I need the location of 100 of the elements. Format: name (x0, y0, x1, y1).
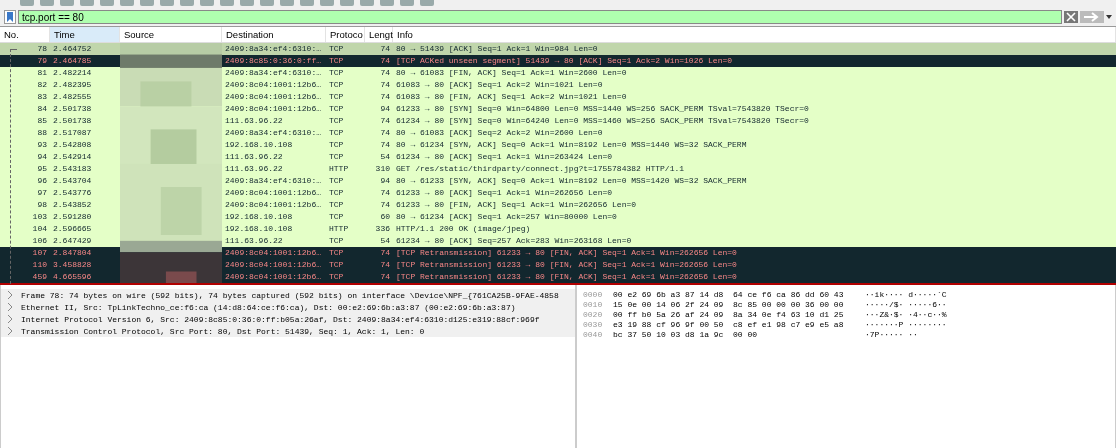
table-cell-text: 61234 → 80 [ACK] Seq=257 Ack=283 Win=263168 Len=0 (395, 235, 633, 247)
toolbar-icon[interactable] (120, 0, 134, 6)
toolbar-icon[interactable] (280, 0, 294, 6)
column-header[interactable]: Time (50, 27, 120, 42)
toolbar-icon[interactable] (300, 0, 314, 6)
table-cell-text: 110 (31, 259, 48, 271)
table-cell-text: 74 (379, 43, 391, 55)
table-cell-text: 2.543852 (52, 199, 93, 211)
toolbar-icon[interactable] (200, 0, 214, 6)
bookmark-icon[interactable] (4, 10, 16, 24)
protocol-tree-item[interactable]: Ethernet II, Src: TpLinkTechno_ce:f6:ca (14:d8:64:ce:f6:ca), Dst: 00:e2:69:6b:a3:87 (00:e2:69:6b:a3:87) (1, 301, 575, 313)
column-header[interactable]: Lengt (365, 27, 393, 42)
chevron-icon[interactable] (7, 303, 13, 311)
packet-row[interactable]: 81 2.482214 2409:8a34:ef4:6310:… TCP 74 80 → 61083 [FIN, ACK] Seq=1 Ack=1 Win=2600 Len=0 (0, 67, 1116, 79)
packet-row[interactable]: 85 2.501738 111.63.96.22 TCP 74 61234 → 80 [SYN] Seq=0 Win=64240 Len=0 MSS=1460 WS=256 SACK_PERM TSval=7543820 TSecr=0 (0, 115, 1116, 127)
table-cell-text: 192.168.10.108 (224, 211, 294, 223)
table-cell-text: 95 (36, 163, 48, 175)
toolbar-icon[interactable] (180, 0, 194, 6)
table-cell-text: 310 (374, 163, 391, 175)
packet-row[interactable]: 83 2.482555 2409:8c04:1001:12b6… TCP 74 61083 → 80 [FIN, ACK] Seq=1 Ack=2 Win=1021 Len=0 (0, 91, 1116, 103)
table-cell-text: 2.464752 (52, 43, 93, 55)
packet-row[interactable]: 93 2.542808 192.168.10.108 TCP 74 80 → 61234 [SYN, ACK] Seq=0 Ack=1 Win=8192 Len=0 MSS=1440 WS=32 SACK_PERM (0, 139, 1116, 151)
table-cell-text: TCP (328, 79, 345, 91)
table-cell-text: 2.517087 (52, 127, 93, 139)
toolbar-icon[interactable] (260, 0, 274, 6)
packet-row[interactable]: 104 2.596665 192.168.10.108 HTTP 336 HTTP/1.1 200 OK (image/jpeg) (0, 223, 1116, 235)
toolbar-icon[interactable] (380, 0, 394, 6)
toolbar-icon[interactable] (240, 0, 254, 6)
table-cell-text: 97 (36, 187, 48, 199)
packet-row[interactable]: 103 2.591280 192.168.10.108 TCP 60 80 → 61234 [ACK] Seq=1 Ack=257 Win=80000 Len=0 (0, 211, 1116, 223)
toolbar-icon[interactable] (140, 0, 154, 6)
table-cell-text: 4.665596 (52, 271, 93, 283)
table-cell-text: 84 (36, 103, 48, 115)
toolbar-icon[interactable] (320, 0, 334, 6)
table-cell-text: 459 (31, 271, 48, 283)
table-cell-text: 80 → 61234 [ACK] Seq=1 Ack=257 Win=80000 Len=0 (395, 211, 618, 223)
packet-row[interactable]: 79 2.464785 2409:8c85:0:36:0:ff… TCP 74 [TCP ACKed unseen segment] 51439 → 80 [ACK] Seq=1 Ack=2 Win=1026 Len=0 (0, 55, 1116, 67)
caret-icon[interactable] (1106, 15, 1112, 19)
packet-row[interactable]: 78 2.464752 2409:8a34:ef4:6310:… TCP 74 80 → 51439 [ACK] Seq=1 Ack=1 Win=984 Len=0 (0, 43, 1116, 55)
chevron-icon[interactable] (7, 327, 13, 335)
table-cell-text: HTTP (328, 163, 350, 175)
packet-row[interactable]: 98 2.543852 2409:8c04:1001:12b6… TCP 74 61233 → 80 [FIN, ACK] Seq=1 Ack=1 Win=262656 Len=0 (0, 199, 1116, 211)
hex-bytes: e3 19 88 cf 96 9f 00 50 c8 ef e1 98 c7 e9 e5 a8 (613, 320, 845, 330)
table-cell-text: 94 (379, 175, 391, 187)
table-cell-text: 61083 → 80 [FIN, ACK] Seq=1 Ack=2 Win=1021 Len=0 (395, 91, 628, 103)
column-header[interactable]: Info (393, 27, 1116, 42)
table-cell-text: 2409:8c04:1001:12b6… (224, 247, 322, 259)
toolbar-icon[interactable] (100, 0, 114, 6)
table-cell-text: 2.482555 (52, 91, 93, 103)
packet-row[interactable]: 106 2.647429 111.63.96.22 TCP 54 61234 → 80 [ACK] Seq=257 Ack=283 Win=263168 Len=0 (0, 235, 1116, 247)
column-header[interactable]: Source (120, 27, 222, 42)
packet-row[interactable]: 84 2.501738 2409:8c04:1001:12b6… TCP 94 61233 → 80 [SYN] Seq=0 Win=64800 Len=0 MSS=1440 WS=256 SACK_PERM TSval=7543820 TSecr=0 (0, 103, 1116, 115)
table-cell-text: 82 (36, 79, 48, 91)
packet-row[interactable]: 96 2.543704 2409:8a34:ef4:6310:… TCP 94 80 → 61233 [SYN, ACK] Seq=0 Ack=1 Win=8192 Len=0 MSS=1420 WS=32 SACK_PERM (0, 175, 1116, 187)
column-header[interactable]: Destination (222, 27, 326, 42)
table-cell-text: TCP (328, 247, 345, 259)
protocol-tree-item[interactable]: Internet Protocol Version 6, Src: 2409:8c85:0:36:0:ff:b05a:26af, Dst: 2409:8a34:ef4:6310:d125:e319:88cf:969f (1, 313, 575, 325)
table-cell-text: 74 (379, 55, 391, 67)
toolbar-icon[interactable] (220, 0, 234, 6)
toolbar-icon[interactable] (40, 0, 54, 6)
packet-row[interactable]: 107 2.847804 2409:8c04:1001:12b6… TCP 74 [TCP Retransmission] 61233 → 80 [FIN, ACK] Seq=1 Ack=1 Win=262656 Len=0 (0, 247, 1116, 259)
toolbar-icon[interactable] (340, 0, 354, 6)
table-cell-text: TCP (328, 103, 345, 115)
hex-bytes: 00 ff b0 5a 26 af 24 09 8a 34 0e f4 63 10 d1 25 (613, 310, 845, 320)
chevron-icon[interactable] (7, 291, 13, 299)
toolbar-icon[interactable] (360, 0, 374, 6)
table-cell-text: 74 (379, 91, 391, 103)
clear-icon[interactable] (1064, 11, 1078, 23)
table-cell-text: 336 (374, 223, 391, 235)
toolbar-icon[interactable] (160, 0, 174, 6)
toolbar-icon[interactable] (60, 0, 74, 6)
table-cell-text: 80 → 61083 [ACK] Seq=2 Ack=2 Win=2600 Len=0 (395, 127, 604, 139)
packet-row[interactable]: 110 3.458828 2409:8c04:1001:12b6… TCP 74 [TCP Retransmission] 61233 → 80 [FIN, ACK] Seq=1 Ack=1 Win=262656 Len=0 (0, 259, 1116, 271)
table-cell-text: 2.482214 (52, 67, 93, 79)
protocol-tree-item[interactable]: Frame 78: 74 bytes on wire (592 bits), 74 bytes captured (592 bits) on interface \Device\NPF_{761CA25B-9FAE-4858 (1, 289, 575, 301)
tree-item-text: Internet Protocol Version 6, Src: 2409:8c85:0:36:0:ff:b05a:26af, Dst: 2409:8a34:ef4:6310:d125:e319:88cf:969f (21, 314, 540, 324)
table-cell-text: 3.458828 (52, 259, 93, 271)
packet-row[interactable]: 82 2.482395 2409:8c04:1001:12b6… TCP 74 61083 → 80 [ACK] Seq=1 Ack=2 Win=1021 Len=0 (0, 79, 1116, 91)
packet-row[interactable]: 88 2.517087 2409:8a34:ef4:6310:… TCP 74 80 → 61083 [ACK] Seq=2 Ack=2 Win=2600 Len=0 (0, 127, 1116, 139)
chevron-icon[interactable] (7, 315, 13, 323)
table-cell-text: 2.542914 (52, 151, 93, 163)
packet-row[interactable]: 95 2.543183 111.63.96.22 HTTP 310 GET /res/static/thirdparty/connect.jpg?t=1755784382 HTTP/1.1 (0, 163, 1116, 175)
packet-row[interactable]: 459 4.665596 2409:8c04:1001:12b6… TCP 74 [TCP Retransmission] 61233 → 80 [FIN, ACK] Seq=1 Ack=1 Win=262656 Len=0 (0, 271, 1116, 283)
table-cell-text: 74 (379, 187, 391, 199)
display-filter-field[interactable]: tcp.port == 80 (18, 10, 1062, 24)
table-cell-text: 74 (379, 247, 391, 259)
table-cell-text: 96 (36, 175, 48, 187)
table-cell-text: 104 (31, 223, 48, 235)
toolbar-icon[interactable] (420, 0, 434, 6)
toolbar-icon[interactable] (80, 0, 94, 6)
packet-row[interactable]: 94 2.542914 111.63.96.22 TCP 54 61234 → 80 [ACK] Seq=1 Ack=1 Win=263424 Len=0 (0, 151, 1116, 163)
table-cell-text: 60 (379, 211, 391, 223)
table-cell-text: TCP (328, 259, 345, 271)
byte-offset: 0020 (583, 310, 604, 320)
table-cell-text: 2409:8c85:0:36:0:ff… (224, 55, 322, 67)
toolbar-icon[interactable] (400, 0, 414, 6)
packet-row[interactable]: 97 2.543776 2409:8c04:1001:12b6… TCP 74 61233 → 80 [ACK] Seq=1 Ack=1 Win=262656 Len=0 (0, 187, 1116, 199)
table-cell-text: [TCP ACKed unseen segment] 51439 → 80 [ACK] Seq=1 Ack=2 Win=1026 Len=0 (395, 55, 734, 67)
column-header[interactable]: Protoco (326, 27, 365, 42)
protocol-tree-item[interactable]: Transmission Control Protocol, Src Port: 80, Dst Port: 51439, Seq: 1, Ack: 1, Len: 0 (1, 325, 575, 337)
